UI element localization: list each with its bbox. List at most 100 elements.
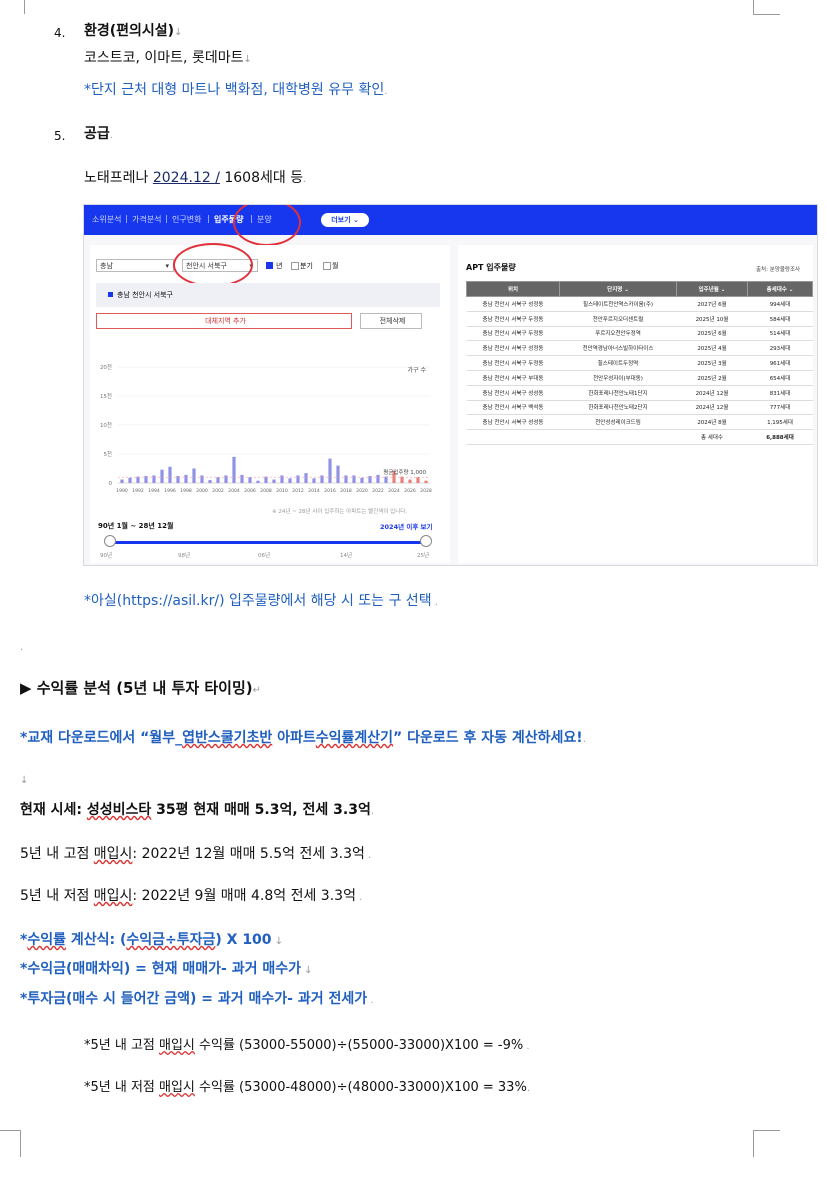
bar-1998 (184, 474, 188, 483)
table-row[interactable]: 충남 천안시 서북구 성정동 천안역경남아너스빌하이타이스 2025년 4월 293세… (466, 340, 813, 357)
table-row[interactable]: 충남 천안시 서북구 두정동 천안푸르지오더센트럴 2025년 10월 584세대 (466, 311, 813, 327)
cell-location: 충남 천안시 서북구 성성동 (466, 414, 560, 431)
bar-2014 (312, 478, 316, 483)
period-link[interactable]: 2024년 이후 보기 (380, 521, 433, 531)
column-header-location[interactable]: 위치 (466, 281, 560, 297)
bar-2003 (224, 475, 228, 483)
x-tick-label: 1996 (164, 488, 176, 494)
bar-1999 (192, 468, 196, 483)
bar-1996 (168, 466, 172, 483)
calc1-prefix: *5년 내 고점 (84, 1038, 160, 1053)
year-checkbox-label: 년 (276, 262, 283, 270)
column-header-complex[interactable]: 단지명 ⌄ (559, 281, 677, 297)
cell-move-in: 2027년 6월 (676, 296, 748, 312)
bar-2022 (376, 474, 380, 483)
quarter-checkbox[interactable] (291, 262, 299, 270)
section4-note-text: *단지 근처 대형 마트나 백화점, 대학병원 유무 확인 (84, 82, 385, 98)
bar-2026 (408, 479, 412, 483)
apt-supply-table-panel: APT 입주물량 출처: 분양물량조사 위치 단지명 ⌄ 입주년월 ⌄ 총세대수… (458, 245, 813, 563)
nav-highlight-circle (233, 205, 301, 246)
bar-2007 (256, 480, 260, 483)
province-select[interactable]: 충남 ▾ (96, 259, 174, 272)
bar-1992 (136, 476, 140, 483)
high-prefix: 5년 내 고점 (20, 846, 94, 862)
x-tick-label: 2020 (356, 488, 368, 494)
year-checkbox[interactable] (266, 262, 273, 269)
supply-chart-panel: 충남 ▾ 천안시 서북구 ▾ 년 분기 월 충남 천안시 서북구 대체지역 추가 전… (90, 243, 450, 563)
column-header-move-in[interactable]: 입주년월 ⌄ (676, 281, 748, 297)
clear-all-button[interactable]: 전체삭제 (360, 313, 422, 329)
slider-tick-label: 25년 (417, 553, 430, 559)
empty-cell (559, 429, 677, 445)
bar-2023 (384, 476, 388, 483)
nav-sep: | (165, 214, 168, 223)
calc1-suffix: 수익률 (53000-55000)÷(55000-33000)X100 = -9… (194, 1038, 524, 1053)
cell-households: 584세대 (747, 311, 813, 327)
calc-low: *5년 내 저점 매입시 수익률 (53000-48000)÷(48000-33… (84, 1080, 530, 1095)
section4-note: *단지 근처 대형 마트나 백화점, 대학병원 유무 확인. (84, 82, 388, 98)
period-slider-track[interactable] (110, 541, 426, 544)
high-point: 5년 내 고점 매입시: 2022년 12월 매매 5.5억 전세 3.3억 . (20, 846, 372, 862)
cell-complex: 천안우성자이(부대동) (559, 370, 677, 386)
x-tick-label: 2014 (308, 488, 320, 494)
month-checkbox[interactable] (323, 262, 331, 270)
formula1-mid: 계산식: ( (65, 932, 127, 948)
high-buy-word: 매입시 (93, 846, 133, 862)
bar-2020 (360, 477, 364, 483)
bar-2010 (280, 475, 284, 483)
paragraph-mark: . (20, 642, 24, 653)
add-region-button[interactable]: 대체지역 추가 (96, 313, 352, 329)
cell-location: 충남 천안시 서북구 백석동 (466, 400, 560, 416)
cell-move-in: 2025년 4월 (676, 340, 748, 357)
month-checkbox-label: 월 (332, 262, 339, 270)
y-tick-label: 10천 (100, 421, 112, 429)
total-label: 총 세대수 (676, 429, 748, 445)
section4-heading-text: 환경(편의시설) (84, 23, 175, 39)
table-row[interactable]: 충남 천안시 서북구 성정동 힐스테이트천안역스카이움(주) 2027년 6월 994… (466, 296, 813, 312)
bar-2008 (264, 476, 268, 483)
table-row[interactable]: 충남 천안시 서북구 백석동 한화포레나천안노태2단지 2024년 12월 777세대 (466, 400, 813, 416)
table-row[interactable]: 충남 천안시 서북구 성성동 천안성성레이크드림 2024년 8월 1,195세대 (466, 414, 813, 431)
nav-more-button[interactable]: 더보기 ⌄ (321, 213, 369, 227)
cell-move-in: 2025년 3월 (676, 355, 748, 371)
bar-2028 (424, 480, 428, 483)
table-row[interactable]: 충남 천안시 서북구 두정동 푸르지오천안두정역 2025년 6월 514세대 (466, 326, 813, 342)
source-note-text: *아실(https://asil.kr/) 입주물량에서 해당 시 또는 구 선… (84, 593, 432, 609)
section5-body: 노태프레나 2024.12 / 1608세대 등. (84, 170, 307, 186)
current-suffix: 35평 현재 매매 5.3억, 전세 3.3억 (151, 802, 371, 818)
cell-complex: 힐스테이트천안역스카이움(주) (559, 296, 677, 312)
table-row[interactable]: 충남 천안시 서북구 성성동 한화포레나천안노태1단지 2024년 12월 831세대 (466, 385, 813, 401)
profit-heading-text: ▶ 수익률 분석 (5년 내 투자 타이밍) (20, 679, 253, 697)
section4-heading: 환경(편의시설)↓ (84, 23, 183, 39)
corner-mark-top-right (753, 0, 780, 15)
slider-tick-label: 14년 (340, 553, 353, 559)
nav-item-analysis[interactable]: 소위분석 (92, 214, 121, 225)
period-slider-handle-end[interactable] (420, 535, 432, 547)
period-slider-handle-start[interactable] (104, 535, 116, 547)
column-header-households[interactable]: 총세대수 ⌄ (747, 281, 813, 297)
cell-move-in: 2024년 12월 (676, 400, 748, 416)
table-total-row: 총 세대수 6,888세대 (466, 429, 813, 445)
bar-1990 (120, 479, 124, 483)
cell-complex: 힐스테이트두정역 (559, 355, 677, 371)
x-tick-label: 2008 (260, 488, 272, 494)
nav-item-price[interactable]: 가격분석 (132, 214, 161, 225)
calc1-buy-word: 매입시 (159, 1038, 195, 1053)
table-header-row: 위치 단지명 ⌄ 입주년월 ⌄ 총세대수 ⌄ (466, 281, 813, 297)
low-suffix: : 2022년 9월 매매 4.8억 전세 3.3억 (132, 888, 356, 904)
table-row[interactable]: 충남 천안시 서북구 두정동 힐스테이트두정역 2025년 3월 961세대 (466, 355, 813, 371)
slider-tick-label: 98년 (178, 553, 191, 559)
bar-2017 (336, 465, 340, 483)
table-row[interactable]: 충남 천안시 서북구 부대동 천안우성자이(부대동) 2025년 2월 654세대 (466, 370, 813, 386)
cell-location: 충남 천안시 서북구 성정동 (466, 296, 560, 312)
download-tool-name: 수익률계산기 (315, 730, 394, 746)
formula2-text: *수익금(매매차익) = 현재 매매가- 과거 매수가 (20, 961, 301, 977)
nav-item-population[interactable]: 인구변화 (172, 214, 201, 225)
province-select-value: 충남 (100, 262, 113, 270)
formula-return: *수익률 계산식: (수익금÷투자금) X 100 ↓ (20, 932, 284, 948)
cell-households: 1,195세대 (747, 414, 813, 431)
cell-households: 994세대 (747, 296, 813, 312)
bar-2009 (272, 479, 276, 483)
nav-sep: | (207, 214, 210, 223)
cell-location: 충남 천안시 서북구 성성동 (466, 385, 560, 401)
